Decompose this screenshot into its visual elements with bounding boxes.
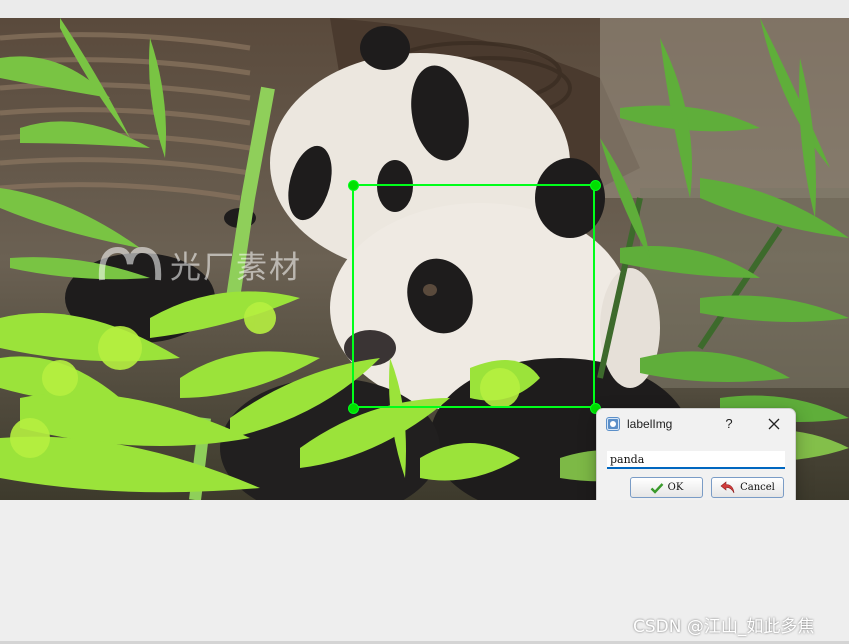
close-icon (768, 418, 780, 430)
watermark-text: 光厂素材 (170, 249, 302, 286)
cancel-button-label: Cancel (740, 482, 775, 493)
dialog-titlebar[interactable]: labelImg ? (597, 409, 795, 439)
annotation-bounding-box[interactable] (352, 184, 595, 408)
ok-button[interactable]: OK (630, 477, 703, 498)
window-top-strip (0, 0, 849, 18)
undo-arrow-icon (720, 481, 735, 494)
bbox-handle-top-right[interactable] (590, 180, 601, 191)
ok-button-label: OK (667, 482, 684, 493)
label-input[interactable] (607, 451, 785, 469)
camera-aperture-logo (98, 246, 162, 281)
label-dialog: labelImg ? OK Cancel (596, 408, 796, 511)
dialog-title: labelImg (627, 417, 673, 431)
help-button[interactable]: ? (719, 413, 739, 435)
bbox-handle-bottom-left[interactable] (348, 403, 359, 414)
watermark: 光厂素材 (98, 244, 302, 286)
credit-watermark: CSDN @江山_如此多焦 (633, 617, 815, 637)
cancel-button[interactable]: Cancel (711, 477, 784, 498)
app-icon-lens (610, 421, 616, 427)
close-button[interactable] (762, 413, 786, 435)
labelimg-app-icon (606, 417, 620, 431)
checkmark-icon (650, 482, 664, 494)
bbox-handle-top-left[interactable] (348, 180, 359, 191)
